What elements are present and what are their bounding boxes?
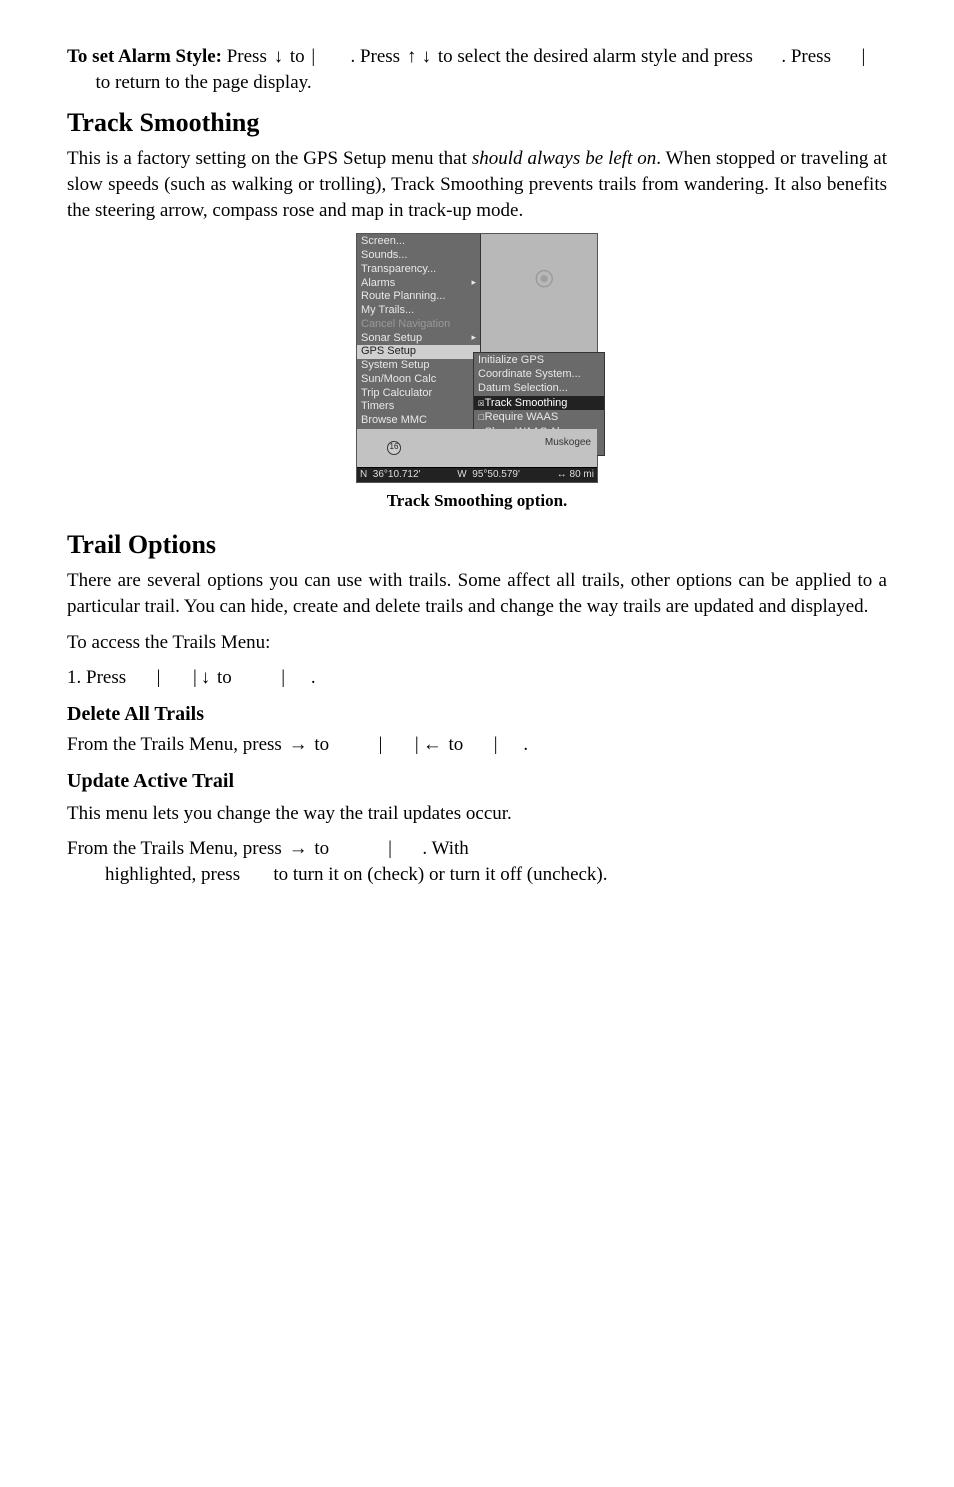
pipe-sep: | bbox=[413, 734, 421, 755]
map-marker-16: 16 bbox=[387, 441, 401, 455]
submenu-arrow-icon: ▸ bbox=[471, 277, 476, 288]
txt: to bbox=[444, 734, 468, 755]
label: Require WAAS bbox=[485, 411, 559, 423]
txt: to bbox=[212, 667, 236, 688]
update-active-trail-desc: This menu lets you change the way the tr… bbox=[67, 801, 887, 827]
pipe-sep: | bbox=[309, 46, 317, 67]
scale: ↔ 80 mi bbox=[557, 469, 594, 482]
right-arrow-icon: → bbox=[287, 734, 310, 755]
pipe-sep: | bbox=[386, 838, 394, 859]
menu-item-sonar-setup[interactable]: Sonar Setup ▸ bbox=[361, 332, 476, 346]
n-label: N bbox=[360, 469, 367, 480]
map-area: 16 Muskogee bbox=[357, 429, 597, 467]
txt: . bbox=[523, 734, 528, 755]
submenu-coordinate-system[interactable]: Coordinate System... bbox=[478, 368, 600, 382]
txt: From the Trails Menu, press bbox=[67, 838, 287, 859]
txt: This is a factory setting on the GPS Set… bbox=[67, 148, 472, 169]
screenshot-caption: Track Smoothing option. bbox=[67, 490, 887, 513]
trail-options-heading: Trail Options bbox=[67, 527, 887, 562]
up-down-arrow-icon: ↑ ↓ bbox=[405, 46, 433, 67]
txt: to turn it on (check) or turn it off (un… bbox=[273, 864, 607, 885]
track-smoothing-heading: Track Smoothing bbox=[67, 105, 887, 140]
submenu-arrow-icon: ▸ bbox=[471, 332, 476, 343]
pipe-sep: | bbox=[859, 46, 867, 67]
pipe-sep: | bbox=[155, 667, 163, 688]
update-active-trail-step: From the Trails Menu, press → to | . Wit… bbox=[67, 836, 887, 887]
menu-item-my-trails[interactable]: My Trails... bbox=[361, 304, 476, 318]
pipe-sep: | bbox=[191, 667, 199, 688]
gps-device-screenshot: Screen... Sounds... Transparency... Alar… bbox=[356, 233, 598, 483]
txt: to bbox=[310, 838, 334, 859]
menu-item-system-setup[interactable]: System Setup bbox=[361, 359, 476, 373]
label: Sonar Setup bbox=[361, 332, 422, 344]
pipe-sep: | bbox=[492, 734, 500, 755]
pipe-sep: | bbox=[377, 734, 385, 755]
w-label: W bbox=[457, 469, 466, 480]
menu-item-transparency[interactable]: Transparency... bbox=[361, 263, 476, 277]
txt: to select the desired alarm style and pr… bbox=[433, 46, 757, 67]
update-active-trail-heading: Update Active Trail bbox=[67, 768, 887, 795]
track-smoothing-desc: This is a factory setting on the GPS Set… bbox=[67, 146, 887, 223]
txt: . Press bbox=[781, 46, 835, 67]
menu-item-sun-moon[interactable]: Sun/Moon Calc bbox=[361, 373, 476, 387]
main-menu: Screen... Sounds... Transparency... Alar… bbox=[357, 234, 481, 429]
submenu-initialize-gps[interactable]: Initialize GPS bbox=[478, 354, 600, 368]
menu-item-alarms[interactable]: Alarms ▸ bbox=[361, 277, 476, 291]
txt: to bbox=[310, 734, 334, 755]
access-trails-menu-line: To access the Trails Menu: bbox=[67, 630, 887, 656]
down-arrow-icon: ↓ bbox=[272, 46, 286, 67]
alarm-style-lead: To set Alarm Style: bbox=[67, 46, 222, 67]
delete-all-trails-heading: Delete All Trails bbox=[67, 701, 887, 728]
lat-value: 36°10.712' bbox=[373, 469, 421, 480]
txt: . bbox=[311, 667, 316, 688]
lon-value: 95°50.579' bbox=[472, 469, 520, 480]
scale-arrow-icon: ↔ bbox=[557, 469, 567, 480]
txt: 1. Press bbox=[67, 667, 131, 688]
pipe-sep: | bbox=[279, 667, 287, 688]
menu-item-sounds[interactable]: Sounds... bbox=[361, 249, 476, 263]
menu-item-timers[interactable]: Timers bbox=[361, 400, 476, 414]
menu-item-trip-calc[interactable]: Trip Calculator bbox=[361, 387, 476, 401]
down-arrow-icon: ↓ bbox=[199, 667, 213, 688]
alarm-style-paragraph: To set Alarm Style: Press ↓ to | . Press… bbox=[67, 44, 887, 95]
emphasis: should always be left on bbox=[472, 148, 656, 169]
coord-w: W 95°50.579' bbox=[457, 469, 520, 482]
label: Track Smoothing bbox=[485, 397, 568, 409]
label: Alarms bbox=[361, 277, 395, 289]
trail-options-desc: There are several options you can use wi… bbox=[67, 568, 887, 619]
checkbox-unchecked-icon: ☐ bbox=[478, 410, 485, 423]
checkbox-checked-icon: ☒ bbox=[478, 396, 485, 409]
step-1: 1. Press | |↓ to | . bbox=[67, 665, 887, 691]
txt: to return to the page display. bbox=[96, 72, 312, 93]
menu-item-route-planning[interactable]: Route Planning... bbox=[361, 290, 476, 304]
map-city-label: Muskogee bbox=[545, 437, 591, 450]
submenu-require-waas[interactable]: ☐Require WAAS bbox=[478, 410, 600, 425]
coord-n: N 36°10.712' bbox=[360, 469, 420, 482]
txt: . Press bbox=[350, 46, 404, 67]
submenu-datum-selection[interactable]: Datum Selection... bbox=[478, 382, 600, 396]
txt: highlighted, press bbox=[105, 864, 245, 885]
menu-item-gps-setup[interactable]: GPS Setup bbox=[357, 345, 480, 359]
txt: . With bbox=[422, 838, 468, 859]
right-arrow-icon: → bbox=[287, 838, 310, 859]
left-arrow-icon: ← bbox=[421, 734, 444, 755]
menu-item-browse-mmc[interactable]: Browse MMC bbox=[361, 414, 476, 428]
delete-all-trails-step: From the Trails Menu, press → to | |← to… bbox=[67, 732, 887, 758]
txt: From the Trails Menu, press bbox=[67, 734, 287, 755]
scale-value: 80 mi bbox=[570, 469, 594, 480]
submenu-track-smoothing[interactable]: ☒Track Smoothing bbox=[474, 396, 604, 411]
coordinates-bar: N 36°10.712' W 95°50.579' ↔ 80 mi bbox=[357, 467, 597, 483]
menu-item-screen[interactable]: Screen... bbox=[361, 235, 476, 249]
txt: to bbox=[285, 46, 309, 67]
txt: Press bbox=[222, 46, 272, 67]
menu-item-cancel-navigation: Cancel Navigation bbox=[361, 318, 476, 332]
